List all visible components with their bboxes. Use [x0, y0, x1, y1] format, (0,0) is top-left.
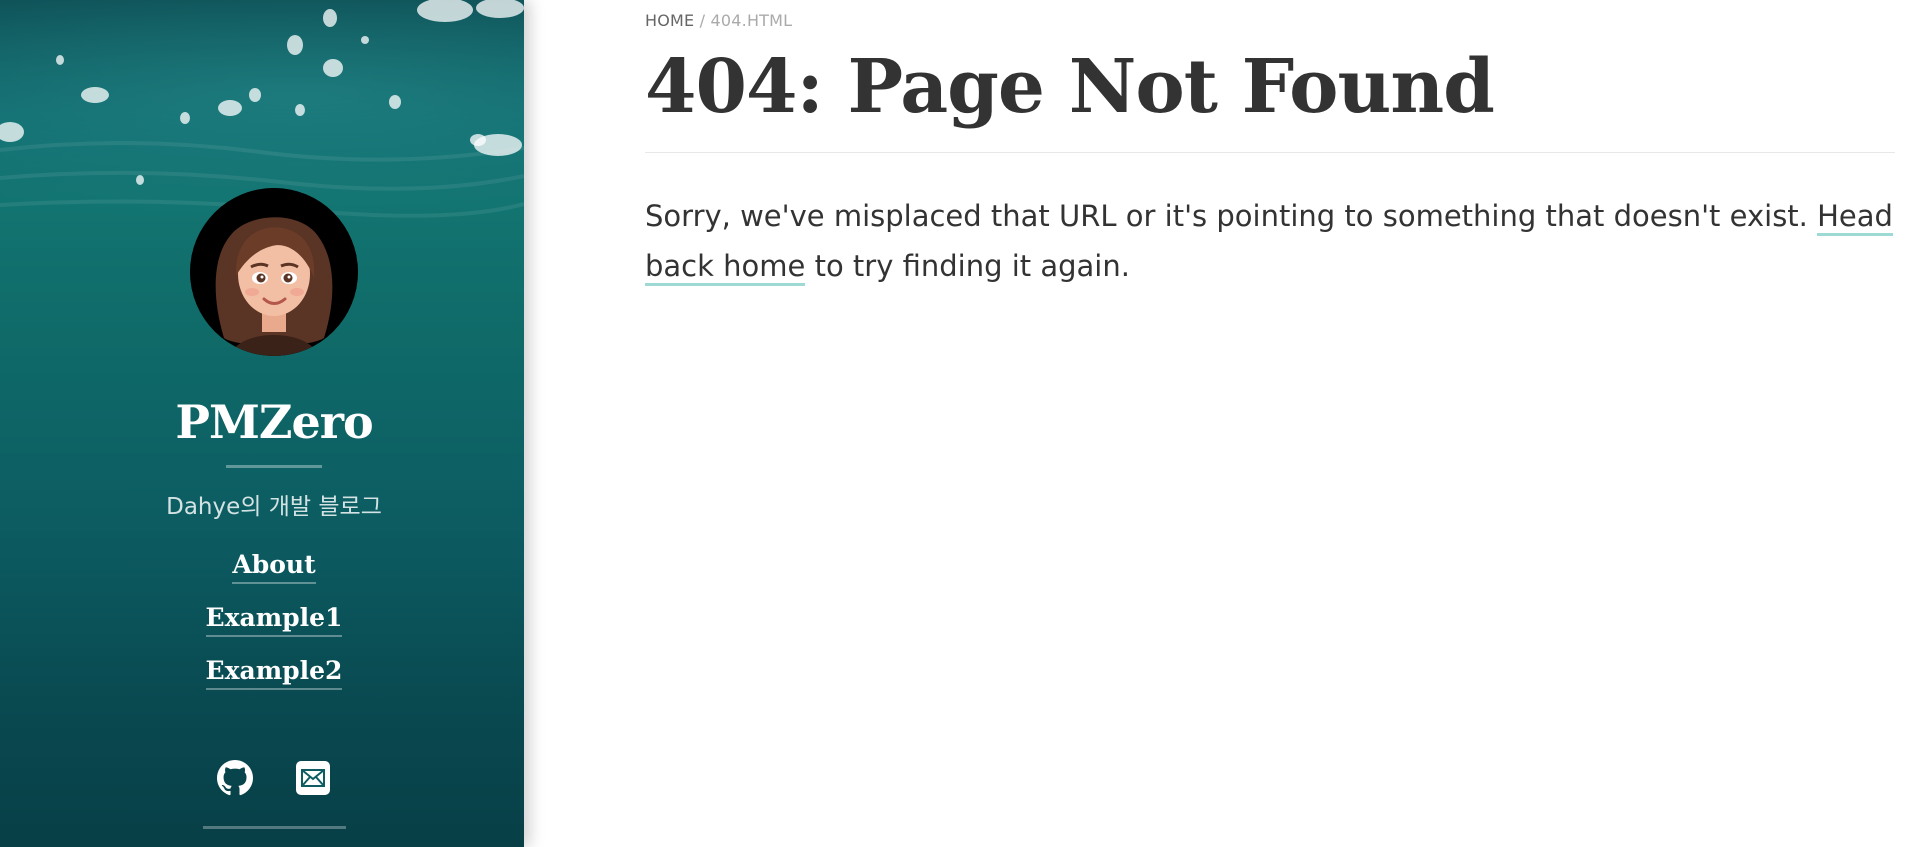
breadcrumb: HOME / 404.HTML — [645, 11, 792, 30]
nav-item-example2[interactable]: Example2 — [205, 656, 343, 690]
sidebar-nav: About Example1 Example2 — [0, 550, 524, 709]
avatar[interactable] — [190, 188, 358, 356]
breadcrumb-separator: / — [699, 11, 711, 30]
breadcrumb-home-link[interactable]: HOME — [645, 11, 694, 30]
message-text-after: to try finding it again. — [805, 249, 1130, 283]
title-divider-line — [645, 152, 1895, 153]
not-found-message: Sorry, we've misplaced that URL or it's … — [645, 191, 1895, 291]
breadcrumb-current: 404.HTML — [710, 11, 793, 30]
title-divider — [226, 465, 322, 468]
github-icon — [217, 760, 254, 796]
page-title: 404: Page Not Found — [645, 44, 1495, 130]
nav-item-example1[interactable]: Example1 — [205, 603, 343, 637]
site-title[interactable]: PMZero — [0, 395, 524, 449]
message-text-before: Sorry, we've misplaced that URL or it's … — [645, 199, 1818, 233]
github-link[interactable] — [217, 760, 254, 796]
email-link[interactable] — [295, 760, 331, 796]
sidebar: PMZero Dahye의 개발 블로그 About Example1 Exam… — [0, 0, 524, 847]
social-links — [0, 760, 524, 796]
memoji-avatar-icon — [190, 188, 358, 356]
email-icon — [295, 761, 330, 795]
nav-item-about[interactable]: About — [232, 550, 316, 584]
social-divider — [203, 826, 346, 829]
site-tagline: Dahye의 개발 블로그 — [166, 494, 382, 520]
